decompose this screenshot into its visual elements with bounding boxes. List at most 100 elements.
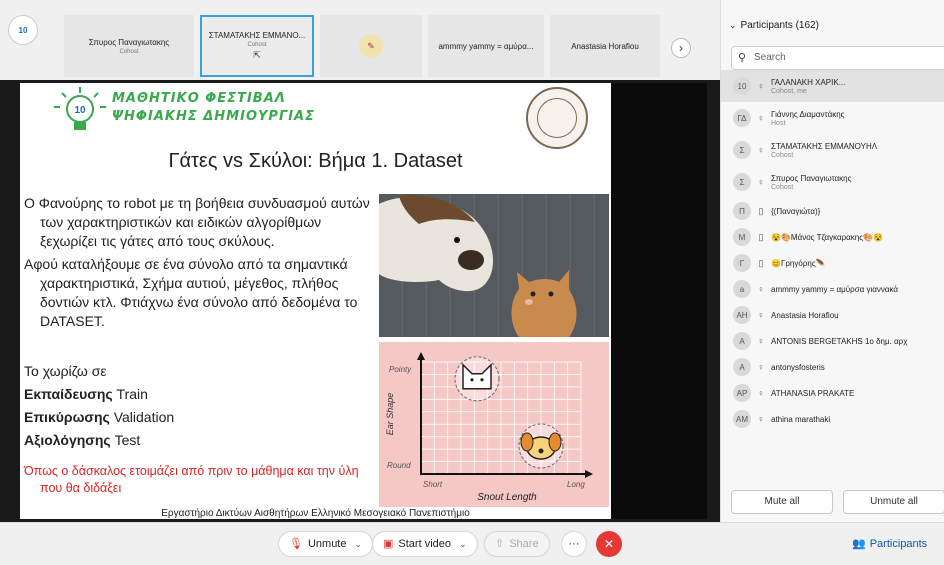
participants-header[interactable]: ⌄ Participants (162) [729,20,819,31]
participant-row[interactable]: Σ ♀ ΣΤΑΜΑΤΑΚΗΣ ΕΜΜΑΝΟΥΗΛ Cohost [721,134,944,166]
ear-snout-chart: Ear Shape Snout Length Pointy Round Shor… [379,342,609,507]
participants-panel: ⌄ Participants (162) ⚲ Search 10 ♀ ΓΑΛΑΝΑΚΗ… [720,0,944,522]
tile-name: ammmy yammy = αμύρα... [438,41,534,51]
participant-row[interactable]: ΓΔ ♀ Γιάννης Διαμαντάκης Host [721,102,944,134]
chart-axes [417,352,593,478]
meeting-toolbar: 🎙 Unmute ⌄ ▣ Start video ⌄ ⇧ Share ··· ✕ 👥 Par… [0,522,944,565]
search-icon: ⚲ [738,52,747,64]
participant-avatar: AM [733,410,751,428]
mic-icon: ♀ [757,336,765,346]
logo-line-2: ΨΗΦΙΑΚΗΣ ΔΗΜΙΟΥΡΓΙΑΣ [112,109,316,124]
leave-meeting-button[interactable]: ✕ [596,531,622,557]
dog-cat-photo [379,194,609,337]
mic-icon: ♀ [757,81,765,91]
cat-data-point [454,356,500,402]
screen-share-margin [611,83,707,519]
more-button[interactable]: ··· [561,531,587,557]
participants-button[interactable]: 👥 Participants [852,531,927,557]
participant-row[interactable]: A ♀ antonysfosteris [721,354,944,380]
participant-name-block: Anastasia Horafiou [771,311,839,320]
painter-avatar-icon: ✎ [359,34,383,58]
participant-list: 10 ♀ ΓΑΛΑΝΑΚΗ ΧΑΡΙΚ... Cohost, me ΓΔ ♀ Γιάννης… [721,70,944,432]
participant-row[interactable]: AH ♀ Anastasia Horafiou [721,302,944,328]
participant-avatar: Π [733,202,751,220]
teacher-note: Όπως ο δάσκαλος ετοιμάζει από πριν το μά… [24,464,359,495]
participant-name-block: 😵🎨Μάνος Τζαγκαρακης🎨😵 [771,233,883,242]
video-tile-avatar[interactable]: ✎ [320,15,422,77]
presentation-slide: 10 ΜΑΘΗΤΙΚΟ ΦΕΣΤΙΒΑΛ ΨΗΦΙΑΚΗΣ ΔΗΜΙΟΥΡΓΙΑ… [20,83,611,519]
participant-avatar: Μ [733,228,751,246]
phone-icon: ▯ [758,205,764,216]
lightbulb-logo-icon: 10 [54,87,106,130]
participant-avatar: Σ [733,141,751,159]
mute-all-button[interactable]: Mute all [731,490,833,514]
participant-row[interactable]: a ♀ ammmy yammy = αμύρσα γιαννακά [721,276,944,302]
participant-row[interactable]: Μ ▯ 😵🎨Μάνος Τζαγκαρακης🎨😵 [721,224,944,250]
split-train: Εκπαίδευσης Train [24,386,148,402]
gallery-next-button[interactable]: › [671,38,691,58]
participant-name: Σπυρος Παναγιωτακης [771,173,852,183]
split-intro: Το χωρίζω σε [24,363,107,379]
participant-role: Cohost, me [771,87,807,95]
phone-icon: ▯ [758,231,764,242]
participant-avatar: AH [733,306,751,324]
unmute-all-button[interactable]: Unmute all [843,490,944,514]
self-avatar-badge: 10 [18,25,28,35]
participant-row[interactable]: AM ♀ athina marathaki [721,406,944,432]
mic-icon: ♀ [757,113,765,123]
participant-avatar: AP [733,384,751,402]
tile-name: Σπυρος Παναγιωτακης [88,37,170,47]
video-gallery-strip: 10 Σπυρος Παναγιωτακης Cohost ΣΤΑΜΑΤΑΚΗΣ… [0,0,720,80]
participant-row[interactable]: 10 ♀ ΓΑΛΑΝΑΚΗ ΧΑΡΙΚ... Cohost, me [721,70,944,102]
participant-name-block: ΣΤΑΜΑΤΑΚΗΣ ΕΜΜΑΝΟΥΗΛ Cohost [771,142,877,159]
participant-name: ammmy yammy = αμύρσα γιαννακά [771,284,899,294]
start-video-button[interactable]: ▣ Start video ⌄ [372,531,478,557]
participant-name-block: antonysfosteris [771,363,825,372]
y-axis-label: Ear Shape [385,393,395,436]
participant-name: antonysfosteris [771,362,825,372]
participant-name-block: {(Παναγιώτα)} [771,207,820,216]
participant-search-input[interactable]: ⚲ Search [731,46,944,70]
tile-role: Cohost [247,42,267,48]
video-tile-stamatakis[interactable]: ΣΤΑΜΑΤΑΚΗΣ ΕΜΜΑΝΟ... Cohost ⇱ [200,15,314,77]
self-avatar[interactable]: 10 [8,15,38,45]
slide-bullets: Ο Φανούρης το robot με τη βοήθεια συνδυα… [24,194,374,335]
shared-screen-area: 10 ΜΑΘΗΤΙΚΟ ΦΕΣΤΙΒΑΛ ΨΗΦΙΑΚΗΣ ΔΗΜΙΟΥΡΓΙΑ… [0,80,720,522]
participant-avatar: 10 [733,77,751,95]
chevron-down-icon[interactable]: ⌄ [459,539,467,549]
chart-canvas: Ear Shape Snout Length Pointy Round Shor… [385,352,593,503]
mic-icon: ♀ [757,145,765,155]
participant-row[interactable]: Σ ♀ Σπυρος Παναγιωτακης Cohost [721,166,944,198]
panel-actions: Mute all Unmute all [731,490,944,514]
search-placeholder: Search [754,52,786,63]
participant-row[interactable]: A ♀ ANTONIS BERGETAKHS 1ο δημ. αρχ [721,328,944,354]
participants-label: Participants [869,538,928,550]
chevron-down-icon[interactable]: ⌄ [355,539,363,549]
unmute-button[interactable]: 🎙 Unmute ⌄ [278,531,374,557]
participant-avatar: A [733,358,751,376]
participant-row[interactable]: Π ▯ {(Παναγιώτα)} [721,198,944,224]
video-tile-ammmy[interactable]: ammmy yammy = αμύρα... [428,15,544,77]
university-seal-icon [526,87,588,149]
participant-name: ANTONIS BERGETAKHS 1ο δημ. αρχ [771,336,908,346]
participant-avatar: A [733,332,751,350]
svg-text:10: 10 [74,105,86,116]
slide-title: Γάτες vs Σκύλοι: Βήμα 1. Dataset [168,150,463,172]
mic-icon: ♀ [757,284,765,294]
x-tick-left: Short [423,480,443,489]
mic-icon: ♀ [757,310,765,320]
participant-name-block: ΓΑΛΑΝΑΚΗ ΧΑΡΙΚ... Cohost, me [771,78,845,95]
dog-data-point [518,423,564,469]
participant-row[interactable]: Γ ▯ 😊Γρηγόρης🪶 [721,250,944,276]
participant-name: ΣΤΑΜΑΤΑΚΗΣ ΕΜΜΑΝΟΥΗΛ [771,141,878,151]
video-tile-anastasia[interactable]: Anastasia Horafiou [550,15,660,77]
participant-name: Γιάννης Διαμαντάκης [771,109,845,119]
video-tile-spyros[interactable]: Σπυρος Παναγιωτακης Cohost [64,15,194,77]
participant-row[interactable]: AP ♀ ATHANASIA PRAKATE [721,380,944,406]
share-button[interactable]: ⇧ Share [484,531,550,557]
chevron-down-icon[interactable]: ⌄ [729,20,737,30]
muted-mic-icon: 🎙 [289,538,303,550]
participant-name: 😵🎨Μάνος Τζαγκαρακης🎨😵 [771,232,884,242]
phone-icon: ▯ [758,257,764,268]
x-axis-label: Snout Length [477,492,537,503]
